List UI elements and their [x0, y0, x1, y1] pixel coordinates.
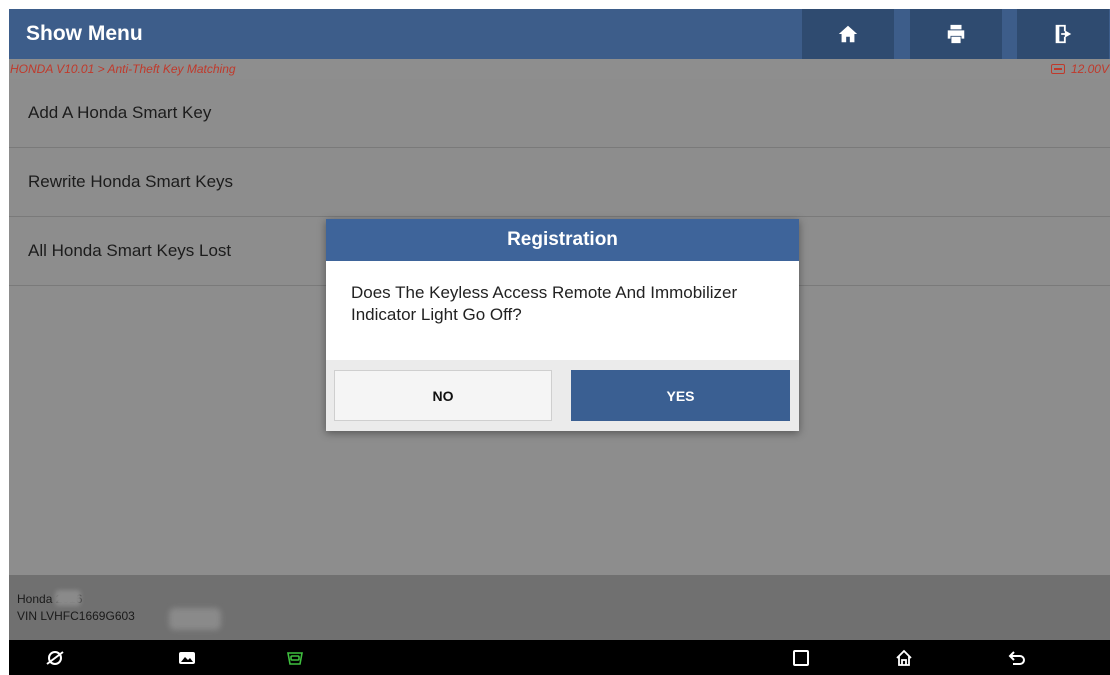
exit-button[interactable] [1017, 9, 1109, 59]
gallery-icon[interactable] [177, 648, 197, 668]
redaction-blur [55, 590, 81, 606]
menu-item-label: All Honda Smart Keys Lost [28, 241, 232, 260]
back-icon[interactable] [1007, 648, 1027, 668]
voltage-value: 12.00V [1070, 62, 1109, 76]
browser-icon[interactable] [45, 648, 65, 668]
redaction-blur [169, 608, 221, 630]
recent-apps-icon[interactable] [791, 648, 811, 668]
print-icon [947, 24, 965, 44]
no-button[interactable]: NO [334, 370, 552, 421]
breadcrumb: HONDA V10.01 > Anti-Theft Key Matching [10, 62, 236, 76]
voltage-indicator: 12.00V [1050, 62, 1109, 76]
print-button[interactable] [910, 9, 1002, 59]
status-bar: HONDA V10.01 > Anti-Theft Key Matching 1… [9, 59, 1110, 79]
dialog-body: Does The Keyless Access Remote And Immob… [326, 261, 799, 360]
page-title: Show Menu [26, 22, 143, 45]
android-nav-bar [9, 640, 1110, 675]
home-icon [838, 25, 858, 43]
vehicle-vin: VIN LVHFC1669G603 [17, 609, 135, 623]
dialog-title: Registration [326, 219, 799, 261]
home-button[interactable] [802, 9, 894, 59]
dialog-message: Does The Keyless Access Remote And Immob… [351, 283, 738, 324]
menu-item-label: Rewrite Honda Smart Keys [28, 172, 234, 191]
menu-item-rewrite-keys[interactable]: Rewrite Honda Smart Keys [9, 148, 1110, 217]
vci-icon[interactable] [285, 648, 305, 668]
vehicle-info-footer: Honda 2016 VIN LVHFC1669G603 [9, 575, 1110, 640]
exit-icon [1055, 24, 1072, 44]
registration-dialog: Registration Does The Keyless Access Rem… [326, 219, 799, 431]
menu-item-add-key[interactable]: Add A Honda Smart Key [9, 79, 1110, 148]
header-bar: Show Menu [9, 9, 1110, 59]
menu-item-label: Add A Honda Smart Key [28, 103, 212, 122]
battery-icon [1050, 64, 1065, 74]
android-home-icon[interactable] [894, 648, 914, 668]
yes-button[interactable]: YES [571, 370, 790, 421]
